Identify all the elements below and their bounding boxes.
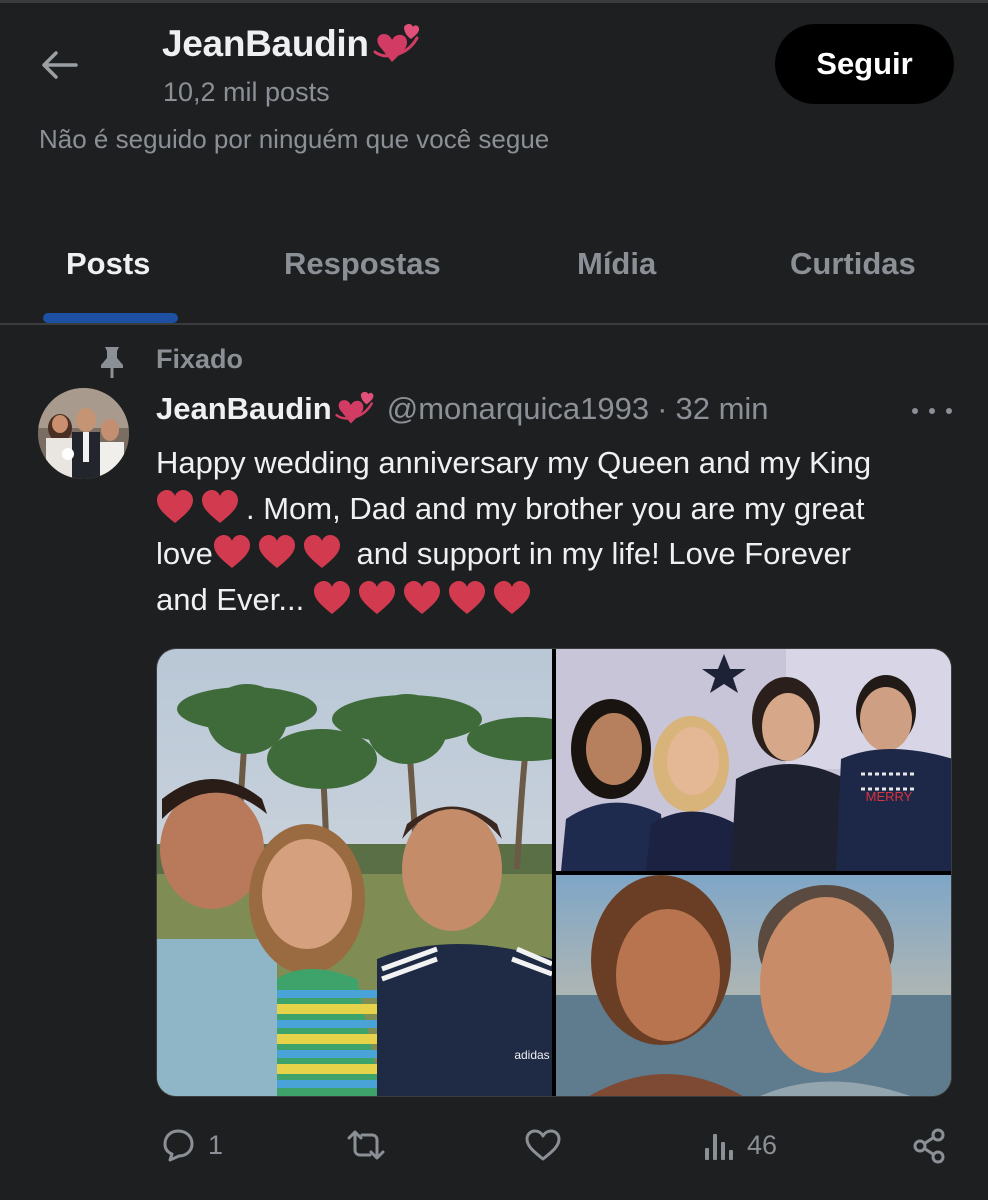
reply-icon — [163, 1129, 194, 1162]
followers-note: Não é seguido por ninguém que você segue — [39, 124, 550, 154]
like-button[interactable] — [524, 1128, 574, 1162]
views-count: 46 — [747, 1129, 778, 1160]
red-heart-icon — [493, 580, 530, 614]
tab-respostas[interactable]: Respostas — [284, 246, 441, 282]
svg-text:adidas: adidas — [514, 1048, 549, 1062]
photo-family-beach-palms[interactable]: adidas — [157, 649, 552, 1096]
share-button[interactable] — [912, 1128, 948, 1164]
tweet-author-name-text: JeanBaudin — [156, 390, 332, 426]
profile-name-text: JeanBaudin — [162, 23, 369, 64]
views-button[interactable]: 46 — [703, 1128, 777, 1162]
red-heart-icon — [213, 535, 250, 568]
tab-midia[interactable]: Mídia — [577, 246, 656, 282]
more-dot-icon — [929, 408, 935, 414]
follow-button[interactable]: Seguir — [775, 24, 954, 104]
revolving-hearts-icon — [373, 24, 419, 62]
tweet-text-line-2: . Mom, Dad and my brother you are my gre… — [156, 486, 956, 532]
revolving-hearts-icon — [335, 391, 374, 424]
dot-separator: · — [657, 390, 668, 426]
more-dot-icon — [912, 408, 918, 414]
tweet-text-line-4: and Ever... — [156, 577, 956, 623]
red-heart-icon — [157, 489, 193, 523]
svg-text:MERRY: MERRY — [866, 789, 913, 804]
post-count: 10,2 mil posts — [163, 77, 330, 107]
more-options-button[interactable] — [912, 400, 952, 422]
window-top-edge — [0, 0, 988, 3]
active-tab-indicator — [43, 313, 178, 323]
tweet-author-handle[interactable]: @monarquica1993 — [387, 391, 649, 427]
tweet-header: JeanBaudin @monarquica1993 · 32 min — [156, 390, 769, 427]
tweet-text-line-1: Happy wedding anniversary my Queen and m… — [156, 445, 872, 480]
red-heart-icon — [358, 580, 395, 614]
red-heart-icon — [202, 489, 238, 523]
repost-icon — [347, 1130, 385, 1160]
tweet-timestamp[interactable]: 32 min — [675, 391, 768, 427]
reply-count: 1 — [208, 1129, 224, 1160]
reply-button[interactable]: 1 — [160, 1128, 223, 1162]
pin-icon — [101, 347, 123, 378]
profile-tabs: Posts Respostas Mídia Curtidas — [0, 222, 988, 325]
photo-couple-selfie-sunset[interactable] — [556, 875, 951, 1096]
bar-chart-icon — [705, 1134, 733, 1160]
red-heart-icon — [303, 535, 340, 568]
tweet-text-line-3: love and support in my life! Love Foreve… — [156, 535, 852, 571]
red-heart-icon — [258, 535, 295, 568]
tweet-text: Happy wedding anniversary my Queen and m… — [156, 440, 956, 622]
arrow-left-icon — [42, 51, 78, 79]
more-dot-icon — [946, 408, 952, 414]
tab-posts[interactable]: Posts — [66, 246, 150, 282]
red-heart-icon — [448, 580, 485, 614]
photo-christmas-sweaters[interactable]: MERRY — [556, 649, 951, 871]
share-icon — [913, 1128, 945, 1164]
heart-outline-icon — [525, 1129, 561, 1161]
tweet-media-grid: adidas MERRY — [156, 648, 952, 1097]
red-heart-icon — [313, 580, 350, 614]
tweet-author-name[interactable]: JeanBaudin — [156, 390, 375, 427]
pinned-label: Fixado — [156, 344, 244, 374]
red-heart-icon — [403, 580, 440, 614]
profile-name: JeanBaudin — [162, 22, 421, 66]
tab-curtidas[interactable]: Curtidas — [790, 246, 916, 282]
back-button[interactable] — [34, 40, 84, 90]
avatar[interactable] — [38, 388, 129, 479]
repost-button[interactable] — [344, 1128, 400, 1162]
